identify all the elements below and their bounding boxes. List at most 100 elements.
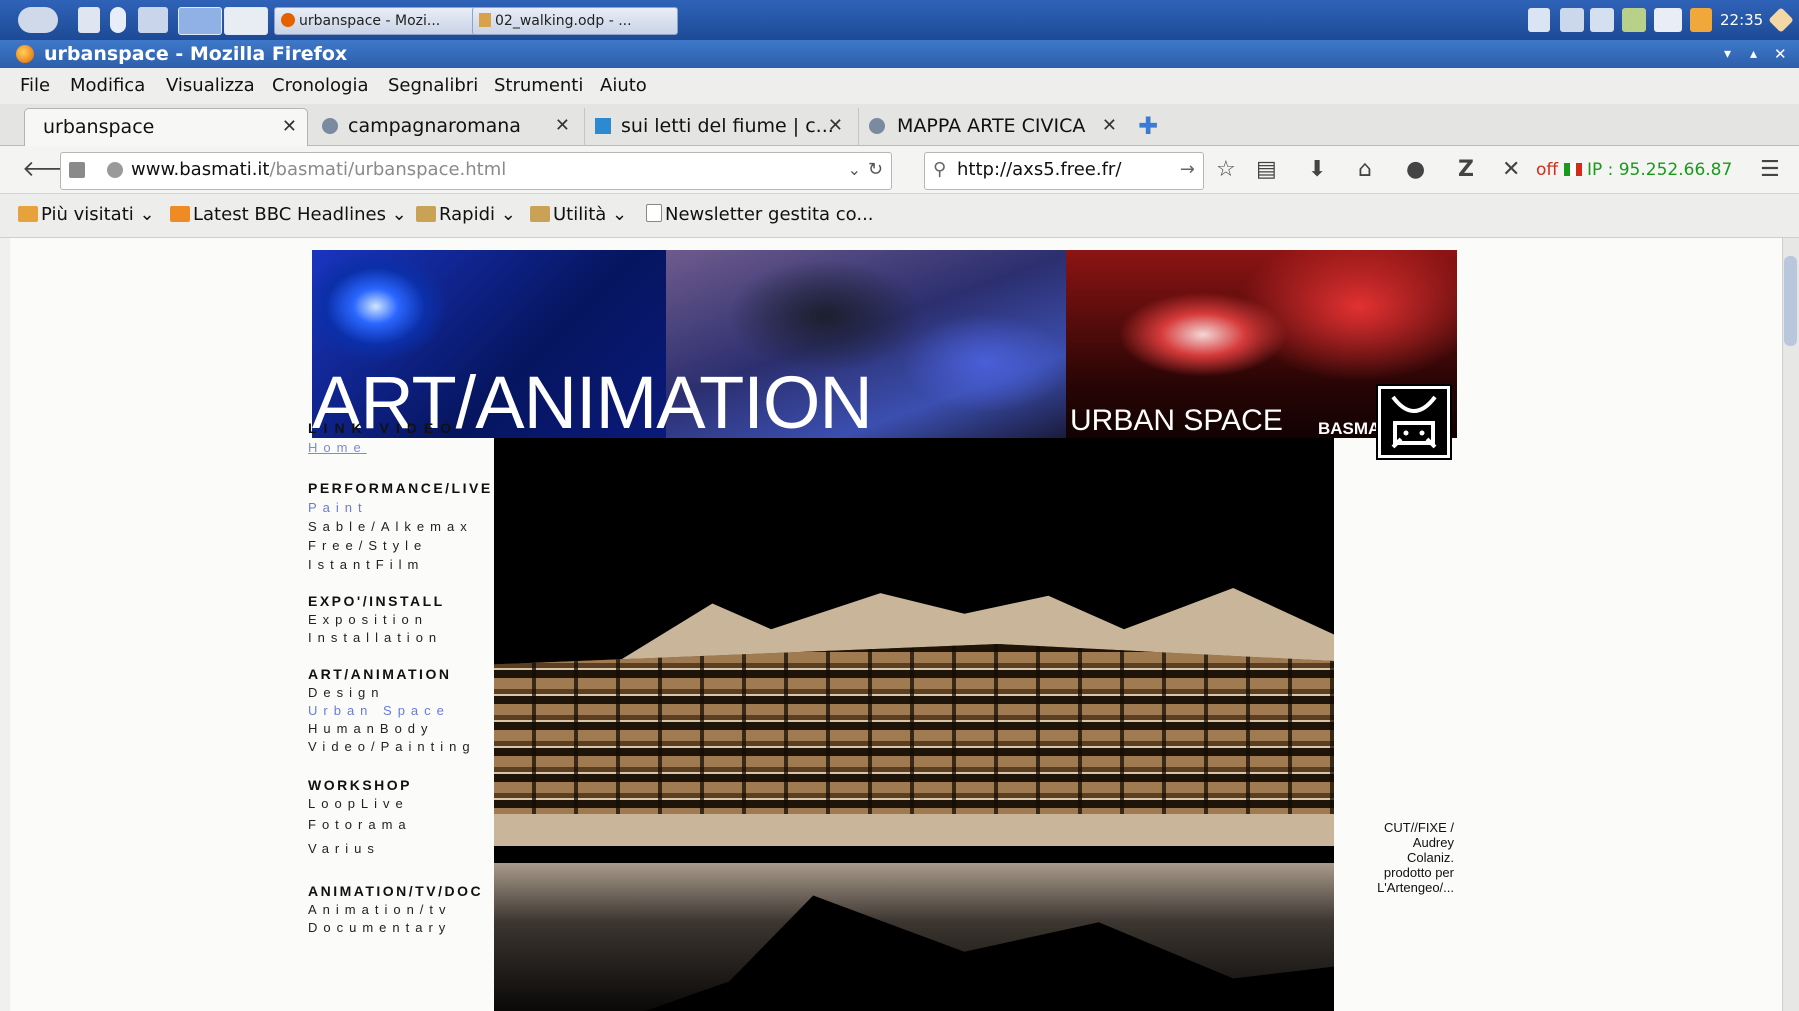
url-bar[interactable]: www.basmati.it/basmati/urbanspace.html ⌄… [60,152,892,190]
bookmark-newsletter[interactable]: Newsletter gestita co... [646,204,874,225]
nav-link-exposition[interactable]: Exposition [308,612,428,627]
close-tab-icon[interactable]: ✕ [828,108,843,144]
menu-cronologia[interactable]: Cronologia [272,75,368,96]
close-tab-icon[interactable]: ✕ [1102,108,1117,144]
nav-link-istantfilm[interactable]: IstantFilm [308,557,424,572]
banner-subtitle: URBAN SPACE [1070,404,1283,437]
page-scrollbar[interactable] [1782,238,1799,1011]
firefox-icon [16,45,34,63]
menu-aiuto[interactable]: Aiuto [600,75,647,96]
video-frame-building [494,588,1334,846]
go-arrow-icon[interactable]: → [1180,153,1195,187]
close-tab-icon[interactable]: ✕ [282,109,297,145]
navigation-bar: 🡐 www.basmati.it/basmati/urbanspace.html… [0,146,1799,194]
download-icon[interactable]: ⬇ [1308,155,1326,185]
tab-sui-letti[interactable]: sui letti del fiume | c... ✕ [584,108,853,146]
file-manager-icon[interactable] [78,7,100,33]
video-credit: CUT//FIXE / Audrey Colaniz. prodotto per… [1377,820,1454,895]
volume-icon[interactable] [1528,8,1550,32]
maximize-button[interactable]: ▴ [1750,40,1757,68]
bookmark-rapidi[interactable]: Rapidi ⌄ [416,204,516,225]
folder-icon [18,206,38,222]
hamburger-menu-icon[interactable]: ☰ [1760,155,1780,185]
video-player[interactable] [494,438,1334,1011]
globe-icon [869,118,885,134]
task-firefox[interactable]: urbanspace - Mozi... [274,7,480,35]
bookmarks-toolbar: Più visitati ⌄ Latest BBC Headlines ⌄ Ra… [0,194,1799,238]
new-tab-icon[interactable]: ✚ [1138,108,1168,146]
keyboard-icon[interactable] [1560,8,1584,32]
url-domain: www.basmati.it [131,159,270,180]
windows-icon[interactable] [138,7,168,33]
close-tab-icon[interactable]: ✕ [555,108,570,144]
menu-visualizza[interactable]: Visualizza [166,75,255,96]
menu-strumenti[interactable]: Strumenti [494,75,583,96]
nav-link-design[interactable]: Design [308,685,384,700]
signal-icon[interactable] [1622,8,1646,32]
nav-link-animation-tv[interactable]: Animation/tv [308,902,452,917]
menu-file[interactable]: File [20,75,50,96]
window-title: urbanspace - Mozilla Firefox [44,43,348,65]
bookmark-utilita[interactable]: Utilità ⌄ [530,204,627,225]
nav-link-freestyle[interactable]: Free/Style [308,538,427,553]
nav-link-looplive[interactable]: LoopLive [308,796,409,811]
network-icon[interactable] [1590,8,1614,32]
tab-urbanspace[interactable]: urbanspace ✕ [24,108,308,147]
url-path: /basmati/urbanspace.html [269,159,507,180]
bookmark-bbc[interactable]: Latest BBC Headlines ⌄ [170,204,407,225]
nav-link-documentary[interactable]: Documentary [308,920,451,935]
zotero-icon[interactable]: Z [1458,155,1474,185]
bookmark-star-icon[interactable]: ☆ [1216,155,1236,185]
bookmark-piu-visitati[interactable]: Più visitati ⌄ [18,204,155,225]
menu-modifica[interactable]: Modifica [70,75,145,96]
task-impress[interactable]: 02_walking.odp - ... [472,7,678,35]
nav-link-varius[interactable]: Varius [308,841,380,856]
search-input[interactable]: ⚲ http://axs5.free.fr/ → [924,152,1204,190]
menu-bar: File Modifica Visualizza Cronologia Segn… [0,68,1799,104]
page-info-icon [69,162,85,178]
tab-mappa-arte-civica[interactable]: MAPPA ARTE CIVICA ✕ [858,108,1127,146]
close-button[interactable]: ✕ [1774,40,1787,68]
basmati-logo[interactable] [1376,384,1452,460]
minimize-button[interactable]: ▾ [1724,40,1731,68]
nav-section-heading: ANIMATION/TV/DOC [308,883,484,899]
video-frame-reflection [494,863,1334,1011]
reload-icon[interactable]: ↻ [868,153,883,187]
status-off[interactable]: off [1536,160,1558,180]
nav-link-fotorama[interactable]: Fotorama [308,817,412,832]
mouse-icon[interactable] [110,7,126,33]
clipboard-icon[interactable]: ▤ [1256,155,1277,185]
globe-icon [107,162,123,178]
chevron-down-icon: ⌄ [495,204,516,225]
nav-home-link[interactable]: Home [308,440,367,455]
nav-link-video-painting[interactable]: Video/Painting [308,739,476,754]
tab-label: sui letti del fiume | c... [621,115,834,137]
tab-label: MAPPA ARTE CIVICA [897,115,1086,137]
battery-icon[interactable] [1690,8,1712,32]
nav-link-sable[interactable]: Sable/Alkemax [308,519,473,534]
start-menu-icon[interactable] [18,7,58,33]
clock[interactable]: 22:35 [1720,7,1766,33]
x-icon[interactable]: ✕ [1502,155,1520,185]
ip-address: IP : 95.252.66.87 [1586,160,1733,180]
nav-link-video-heading: LINK VIDEO [308,420,459,436]
updates-icon[interactable] [1654,8,1682,32]
folder-icon [416,206,436,222]
nav-link-humanbody[interactable]: HumanBody [308,721,434,736]
nav-link-paint[interactable]: Paint [308,500,368,515]
scrollbar-thumb[interactable] [1784,256,1797,346]
menu-segnalibri[interactable]: Segnalibri [388,75,478,96]
nav-link-urban-space[interactable]: Urban Space [308,703,450,718]
chevron-down-icon: ⌄ [133,204,155,225]
search-icon: ⚲ [933,159,947,180]
workspace-1[interactable] [178,7,222,35]
notification-icon[interactable] [1768,7,1794,33]
page-viewport[interactable]: ART/ANIMATION URBAN SPACE BASMATI FILM L… [10,238,1782,1011]
nav-link-installation[interactable]: Installation [308,630,442,645]
home-icon[interactable]: ⌂ [1358,155,1372,185]
tab-campagnaromana[interactable]: campagnaromana ✕ [312,108,580,146]
workspace-2[interactable] [224,7,268,35]
os-taskbar: urbanspace - Mozi... 02_walking.odp - ..… [0,0,1799,40]
chat-icon[interactable]: ● [1406,155,1425,185]
url-dropdown-icon[interactable]: ⌄ [848,153,861,187]
